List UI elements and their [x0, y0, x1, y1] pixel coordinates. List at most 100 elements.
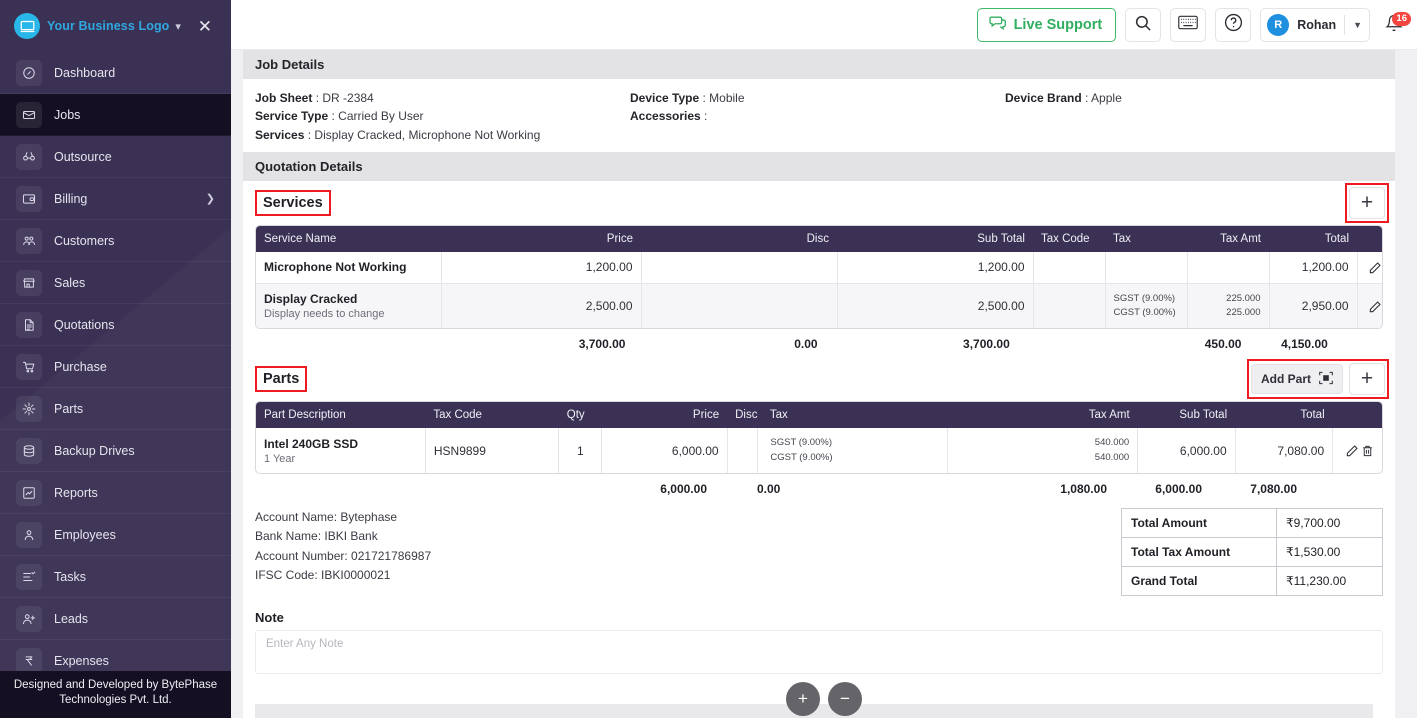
col-part-sub-total: Sub Total: [1137, 402, 1236, 429]
chevron-down-icon: ▼: [1353, 20, 1362, 30]
sidebar-item-label: Jobs: [54, 107, 81, 122]
parts-table-head: Part Description Tax Code Qty Price Disc…: [256, 402, 1382, 429]
service-disc: [641, 252, 838, 284]
sidebar-item-label: Leads: [54, 611, 89, 626]
purchase-icon: [16, 353, 42, 380]
sidebar-item-employees[interactable]: Employees: [0, 514, 231, 556]
help-button[interactable]: [1215, 8, 1252, 42]
zoom-out-button[interactable]: −: [828, 682, 862, 716]
col-part-total: Total: [1235, 402, 1333, 429]
bank-ifsc-code: IFSC Code: IBKI0000021: [255, 568, 391, 583]
col-part-actions: [1332, 402, 1382, 429]
business-logo-icon: [14, 13, 40, 39]
accessories-label: Accessories: [630, 109, 701, 124]
outsource-icon: [16, 143, 42, 170]
bank-account-name: Account Name: Bytephase: [255, 509, 398, 524]
part-tax-amt-1: 540.000: [1094, 437, 1130, 449]
col-service-name: Service Name: [256, 226, 441, 253]
services-table-body: Microphone Not Working 1,200.00 1,200.00 1,…: [256, 252, 1382, 329]
sidebar-item-label: Customers: [54, 233, 115, 248]
add-part-label: Add Part: [1260, 372, 1311, 387]
sidebar-item-dashboard[interactable]: Dashboard: [0, 52, 231, 94]
sidebar-item-parts[interactable]: Parts: [0, 388, 231, 430]
part-tax-code: HSN9899: [425, 428, 560, 473]
parts-table-wrap: Part Description Tax Code Qty Price Disc…: [255, 401, 1383, 474]
keyboard-shortcuts-button[interactable]: [1170, 8, 1207, 42]
parts-header-row: Part Description Tax Code Qty Price Disc…: [256, 402, 1382, 429]
services-value: Display Cracked, Microphone Not Working: [314, 127, 541, 142]
left-gutter: [231, 50, 243, 718]
sidebar-item-quotations[interactable]: Quotations: [0, 304, 231, 346]
services-add-highlight: +: [1345, 183, 1389, 224]
sidebar-item-customers[interactable]: Customers: [0, 220, 231, 262]
search-button[interactable]: [1125, 8, 1162, 42]
edit-icon[interactable]: [1368, 300, 1382, 314]
job-sheet-value: DR -2384: [322, 91, 374, 105]
sidebar-item-label: Outsource: [54, 149, 112, 164]
device-type-value: Mobile: [709, 91, 745, 105]
chevron-right-icon[interactable]: ❯: [206, 192, 215, 205]
footer-line-2: Technologies Pvt. Ltd.: [59, 694, 172, 707]
sidebar-item-jobs[interactable]: Jobs: [0, 94, 231, 136]
col-price: Price: [441, 226, 641, 253]
dashboard-icon: [16, 59, 42, 86]
sidebar-item-label: Billing: [54, 191, 88, 206]
add-part-button[interactable]: Add Part: [1250, 364, 1343, 395]
notifications-button[interactable]: 16: [1379, 8, 1411, 42]
edit-icon[interactable]: [1345, 444, 1359, 458]
sidebar-item-tasks[interactable]: Tasks: [0, 556, 231, 598]
sidebar-item-label: Sales: [54, 275, 86, 290]
col-actions: [1357, 226, 1382, 253]
sidebar-item-purchase[interactable]: Purchase: [0, 346, 231, 388]
add-service-button[interactable]: +: [1349, 187, 1385, 220]
job-details-body: Job Sheet : DR -2384 Service Type : Carr…: [243, 79, 1395, 152]
note-input[interactable]: Enter Any Note: [255, 629, 1383, 674]
delete-icon[interactable]: [1361, 444, 1374, 458]
live-support-button[interactable]: Live Support: [976, 8, 1117, 42]
col-part-price: Price: [601, 402, 728, 429]
totals-summary-table: Total Amount ₹9,700.00 Total Tax Amount ₹1,…: [1121, 507, 1383, 596]
job-details-heading: Job Details: [243, 50, 1395, 79]
job-sheet-row: Job Sheet : DR -2384: [255, 91, 374, 105]
totals-label: Total Tax Amount: [1121, 536, 1277, 567]
help-circle-icon: [1224, 13, 1243, 37]
service-sub-total: 2,500.00: [837, 282, 1034, 329]
chevron-down-icon[interactable]: ▾: [175, 20, 181, 33]
barcode-scanner-icon: [1319, 371, 1333, 388]
search-icon: [1134, 14, 1152, 37]
sidebar-item-backup-drives[interactable]: Backup Drives: [0, 430, 231, 472]
zoom-in-button[interactable]: +: [786, 682, 820, 716]
job-details-col-2: Device Type : Mobile Accessories :: [630, 89, 1005, 144]
edit-icon[interactable]: [1368, 261, 1382, 275]
sidebar-item-label: Expenses: [54, 653, 109, 668]
services-label: Services: [255, 127, 305, 142]
sidebar-item-reports[interactable]: Reports: [0, 472, 231, 514]
sidebar-item-sales[interactable]: Sales: [0, 262, 231, 304]
device-brand-row: Device Brand : Apple: [1005, 91, 1122, 105]
device-brand-label: Device Brand: [1005, 91, 1082, 105]
sidebar-item-outsource[interactable]: Outsource: [0, 136, 231, 178]
sidebar: Your Business Logo ▾ ✕ Dashboard Jobs Outs…: [0, 0, 231, 718]
add-part-plus-button[interactable]: +: [1349, 363, 1385, 396]
col-part-qty: Qty: [558, 402, 602, 429]
totals-row: Total Amount ₹9,700.00: [1121, 507, 1383, 538]
user-menu[interactable]: R Rohan ▼: [1260, 8, 1370, 42]
parts-table: Part Description Tax Code Qty Price Disc…: [256, 402, 1382, 473]
table-row: Intel 240GB SSD 1 Year HSN9899 1 6,000.00 SGS…: [256, 428, 1382, 473]
sidebar-logo-row[interactable]: Your Business Logo ▾ ✕: [0, 0, 231, 52]
sidebar-item-label: Employees: [54, 527, 116, 542]
col-tax-amt: Tax Amt: [1187, 226, 1269, 253]
sidebar-item-label: Dashboard: [54, 65, 116, 80]
sidebar-item-leads[interactable]: Leads: [0, 598, 231, 640]
services-total-disc: 0.00: [794, 337, 818, 352]
services-table-wrap: Service Name Price Disc Sub Total Tax Co…: [255, 225, 1383, 330]
service-total: 2,950.00: [1269, 282, 1358, 329]
top-bar: Live Support R Rohan ▼ 16: [231, 0, 1417, 50]
totals-label: Total Amount: [1121, 507, 1277, 538]
part-tax-cell: SGST (9.00%) CGST (9.00%): [757, 428, 949, 473]
col-total: Total: [1269, 226, 1357, 253]
parts-total-subtotal: 6,000.00: [1155, 481, 1202, 496]
close-icon[interactable]: ✕: [193, 16, 217, 37]
sidebar-item-billing[interactable]: Billing ❯: [0, 178, 231, 220]
part-disc: [727, 428, 759, 473]
